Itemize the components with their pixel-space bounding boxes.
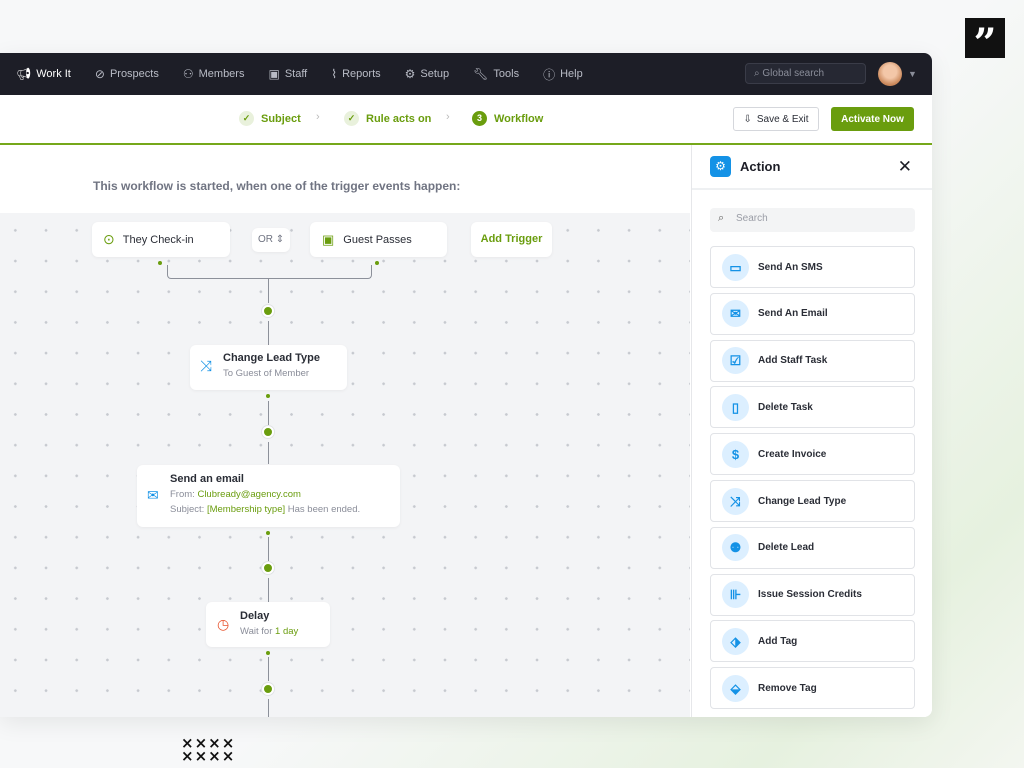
add-step-dot[interactable]: [262, 305, 274, 317]
trigger-check-in[interactable]: ⊙They Check-in: [92, 222, 230, 257]
action-item[interactable]: ⚉Delete Lead: [710, 527, 915, 569]
connector-line: [268, 699, 269, 717]
envelope-icon: ✉: [722, 300, 749, 327]
save-icon: ⇩: [743, 114, 751, 125]
connector-dot: [266, 394, 270, 398]
shuffle-icon: ⤨: [200, 358, 212, 375]
step-change-lead-type[interactable]: ⤨ Change Lead TypeTo Guest of Member: [190, 345, 347, 390]
top-nav: 📢︎Work It ⊘Prospects ⚇Members ▣Staff ⌇Re…: [0, 53, 932, 95]
step-subject[interactable]: ✓Subject: [239, 111, 301, 126]
add-trigger-button[interactable]: Add Trigger: [471, 222, 552, 257]
activate-now-button[interactable]: Activate Now: [831, 107, 914, 131]
delete-user-icon: ⚉: [722, 534, 749, 561]
megaphone-icon: 📢︎: [16, 67, 31, 81]
connector-line: [268, 401, 269, 425]
action-item[interactable]: ⬙Remove Tag: [710, 667, 915, 709]
connector-line: [268, 279, 269, 303]
check-icon: ✓: [239, 111, 254, 126]
dollar-icon: $: [722, 441, 749, 468]
chevron-right-icon: ›: [446, 111, 450, 123]
avatar[interactable]: [878, 62, 902, 86]
app-window: 📢︎Work It ⊘Prospects ⚇Members ▣Staff ⌇Re…: [0, 53, 932, 717]
connector-dot: [266, 651, 270, 655]
connector-line: [268, 442, 269, 464]
action-icon: ⚙: [710, 156, 731, 177]
connector-line: [268, 657, 269, 681]
action-item[interactable]: ⬗Add Tag: [710, 620, 915, 662]
workflow-intro: This workflow is started, when one of th…: [0, 145, 690, 213]
nav-work-it[interactable]: 📢︎Work It: [16, 67, 71, 81]
trigger-guest-passes[interactable]: ▣Guest Passes: [310, 222, 447, 257]
badge-icon: ▣: [268, 67, 279, 81]
quote-logo: ”: [965, 18, 1005, 58]
connector-line: [268, 578, 269, 602]
search-icon: ⌕: [718, 212, 724, 225]
nav-reports[interactable]: ⌇Reports: [331, 67, 380, 81]
tag-icon: ⬗: [722, 628, 749, 655]
chat-icon: ▭: [722, 254, 749, 281]
pulse-icon: ⌇: [331, 67, 337, 81]
trigger-bracket: [167, 265, 372, 279]
stepper: ✓Subject › ✓Rule acts on › 3Workflow ⇩Sa…: [0, 95, 932, 145]
workflow-canvas: This workflow is started, when one of th…: [0, 145, 690, 717]
nav-setup[interactable]: ⚙Setup: [405, 67, 450, 81]
clipboard-icon: ▯: [722, 394, 749, 421]
decorative-crosses: ××××××××: [181, 737, 235, 763]
add-step-dot[interactable]: [262, 426, 274, 438]
action-item[interactable]: $Create Invoice: [710, 433, 915, 475]
connector-line: [268, 321, 269, 345]
action-item[interactable]: ⤨Change Lead Type: [710, 480, 915, 522]
help-icon: ⓘ: [543, 66, 555, 83]
shuffle-icon: ⤨: [722, 488, 749, 515]
location-check-icon: ⊙: [103, 231, 115, 248]
wrench-icon: 🔧︎: [473, 67, 488, 81]
step-rule-acts-on[interactable]: ✓Rule acts on: [344, 111, 431, 126]
connector-dot: [158, 261, 162, 265]
save-exit-button[interactable]: ⇩Save & Exit: [733, 107, 819, 131]
chevron-down-icon[interactable]: ▼: [908, 69, 917, 79]
connector-dot: [266, 531, 270, 535]
timer-icon: ◷: [217, 616, 229, 633]
nav-tools[interactable]: 🔧︎Tools: [473, 67, 519, 81]
step-send-email[interactable]: ✉ Send an email From: Clubready@agency.c…: [137, 465, 400, 527]
members-icon: ⚇: [183, 67, 194, 81]
add-step-dot[interactable]: [262, 683, 274, 695]
or-select[interactable]: OR ⇕: [252, 228, 290, 252]
clipboard-check-icon: ☑: [722, 347, 749, 374]
action-panel: ⚙Action✕ ⌕Search ▭Send An SMS✉Send An Em…: [691, 145, 932, 717]
nav-staff[interactable]: ▣Staff: [268, 67, 307, 81]
action-item[interactable]: ▯Delete Task: [710, 386, 915, 428]
chevron-right-icon: ›: [316, 111, 320, 123]
dumbbell-icon: ⊪: [722, 581, 749, 608]
add-step-dot[interactable]: [262, 562, 274, 574]
nav-prospects[interactable]: ⊘Prospects: [95, 67, 159, 81]
action-item[interactable]: ▭Send An SMS: [710, 246, 915, 288]
action-item[interactable]: ✉Send An Email: [710, 293, 915, 335]
connector-line: [268, 537, 269, 561]
connector-dot: [375, 261, 379, 265]
check-circle-icon: ⊘: [95, 67, 105, 81]
global-search-input[interactable]: ⌕ Global search: [745, 63, 866, 84]
close-icon[interactable]: ✕: [898, 157, 912, 177]
nav-members[interactable]: ⚇Members: [183, 67, 245, 81]
check-icon: ✓: [344, 111, 359, 126]
step-workflow[interactable]: 3Workflow: [472, 111, 543, 126]
action-item[interactable]: ☑Add Staff Task: [710, 340, 915, 382]
action-search-input[interactable]: ⌕Search: [710, 208, 915, 232]
id-badge-icon: ▣: [322, 232, 334, 248]
step-delay[interactable]: ◷ Delay Wait for 1 day: [206, 602, 330, 647]
action-item[interactable]: ⊪Issue Session Credits: [710, 574, 915, 616]
nav-help[interactable]: ⓘHelp: [543, 66, 583, 83]
remove-tag-icon: ⬙: [722, 675, 749, 702]
gear-icon: ⚙: [405, 67, 416, 81]
envelope-icon: ✉: [147, 487, 159, 504]
canvas-grid[interactable]: ⊙They Check-in OR ⇕ ▣Guest Passes Add Tr…: [0, 213, 690, 717]
